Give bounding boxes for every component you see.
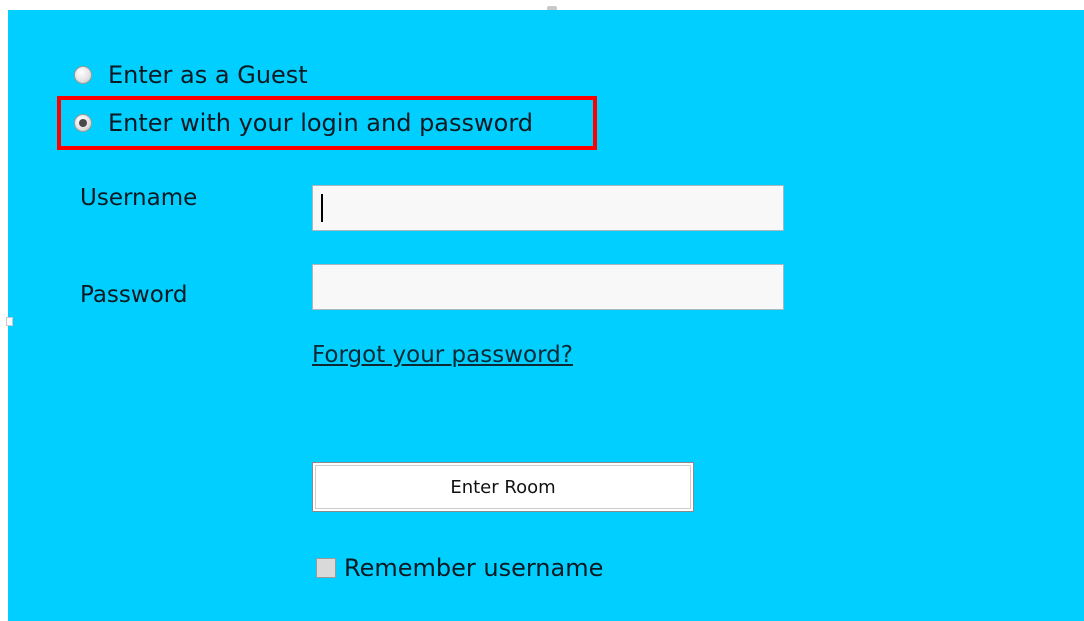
forgot-password-link[interactable]: Forgot your password? [312, 342, 573, 368]
selection-highlight-box [57, 96, 597, 150]
text-caret [321, 194, 323, 222]
guest-option[interactable]: Enter as a Guest [74, 60, 308, 90]
left-edge-marker [6, 317, 13, 326]
enter-room-button[interactable]: Enter Room [312, 462, 694, 512]
guest-radio-button[interactable] [74, 66, 92, 84]
password-label: Password [80, 282, 188, 308]
remember-username-label: Remember username [344, 554, 604, 582]
username-label: Username [80, 185, 198, 211]
password-input[interactable] [312, 264, 784, 310]
remember-username-checkbox[interactable] [316, 558, 336, 578]
username-input[interactable] [312, 185, 784, 231]
guest-option-label: Enter as a Guest [108, 61, 308, 89]
remember-username-option[interactable]: Remember username [316, 553, 603, 583]
